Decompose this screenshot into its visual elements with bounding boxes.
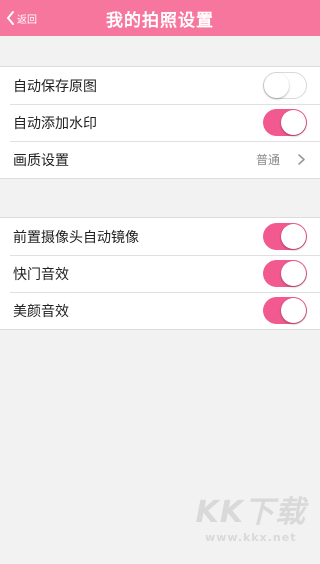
- watermark-url: www.kkx.net: [205, 531, 297, 544]
- toggle-knob: [281, 110, 306, 135]
- toggle-knob: [281, 224, 306, 249]
- setting-label: 前置摄像头自动镜像: [13, 229, 139, 246]
- auto-watermark-toggle[interactable]: [263, 109, 307, 136]
- setting-row-front-camera-mirror: 前置摄像头自动镜像: [0, 218, 320, 255]
- setting-label: 画质设置: [13, 152, 69, 169]
- setting-label: 自动添加水印: [13, 115, 97, 132]
- chevron-right-icon: [298, 154, 305, 165]
- beauty-sound-toggle[interactable]: [263, 297, 307, 324]
- setting-row-auto-save-original: 自动保存原图: [0, 67, 320, 104]
- toggle-knob: [281, 298, 306, 323]
- settings-group-2: 前置摄像头自动镜像 快门音效 美颜音效: [0, 217, 320, 330]
- setting-label: 美颜音效: [13, 303, 69, 320]
- navigation-bar: 返回 我的拍照设置: [0, 0, 320, 36]
- setting-row-image-quality[interactable]: 画质设置 普通: [0, 141, 320, 178]
- watermark-logo: KK下载: [195, 495, 306, 530]
- toggle-knob: [281, 261, 306, 286]
- setting-label: 快门音效: [13, 266, 69, 283]
- auto-save-original-toggle[interactable]: [263, 72, 307, 99]
- setting-row-shutter-sound: 快门音效: [0, 255, 320, 292]
- setting-label: 自动保存原图: [13, 78, 97, 95]
- site-watermark: KK下载 www.kkx.net: [196, 487, 307, 544]
- setting-row-auto-watermark: 自动添加水印: [0, 104, 320, 141]
- page-title: 我的拍照设置: [106, 10, 214, 31]
- image-quality-value: 普通: [255, 153, 280, 167]
- setting-row-beauty-sound: 美颜音效: [0, 292, 320, 329]
- toggle-knob: [264, 73, 289, 98]
- settings-group-1: 自动保存原图 自动添加水印 画质设置 普通: [0, 66, 320, 179]
- front-camera-mirror-toggle[interactable]: [263, 223, 307, 250]
- shutter-sound-toggle[interactable]: [263, 260, 307, 287]
